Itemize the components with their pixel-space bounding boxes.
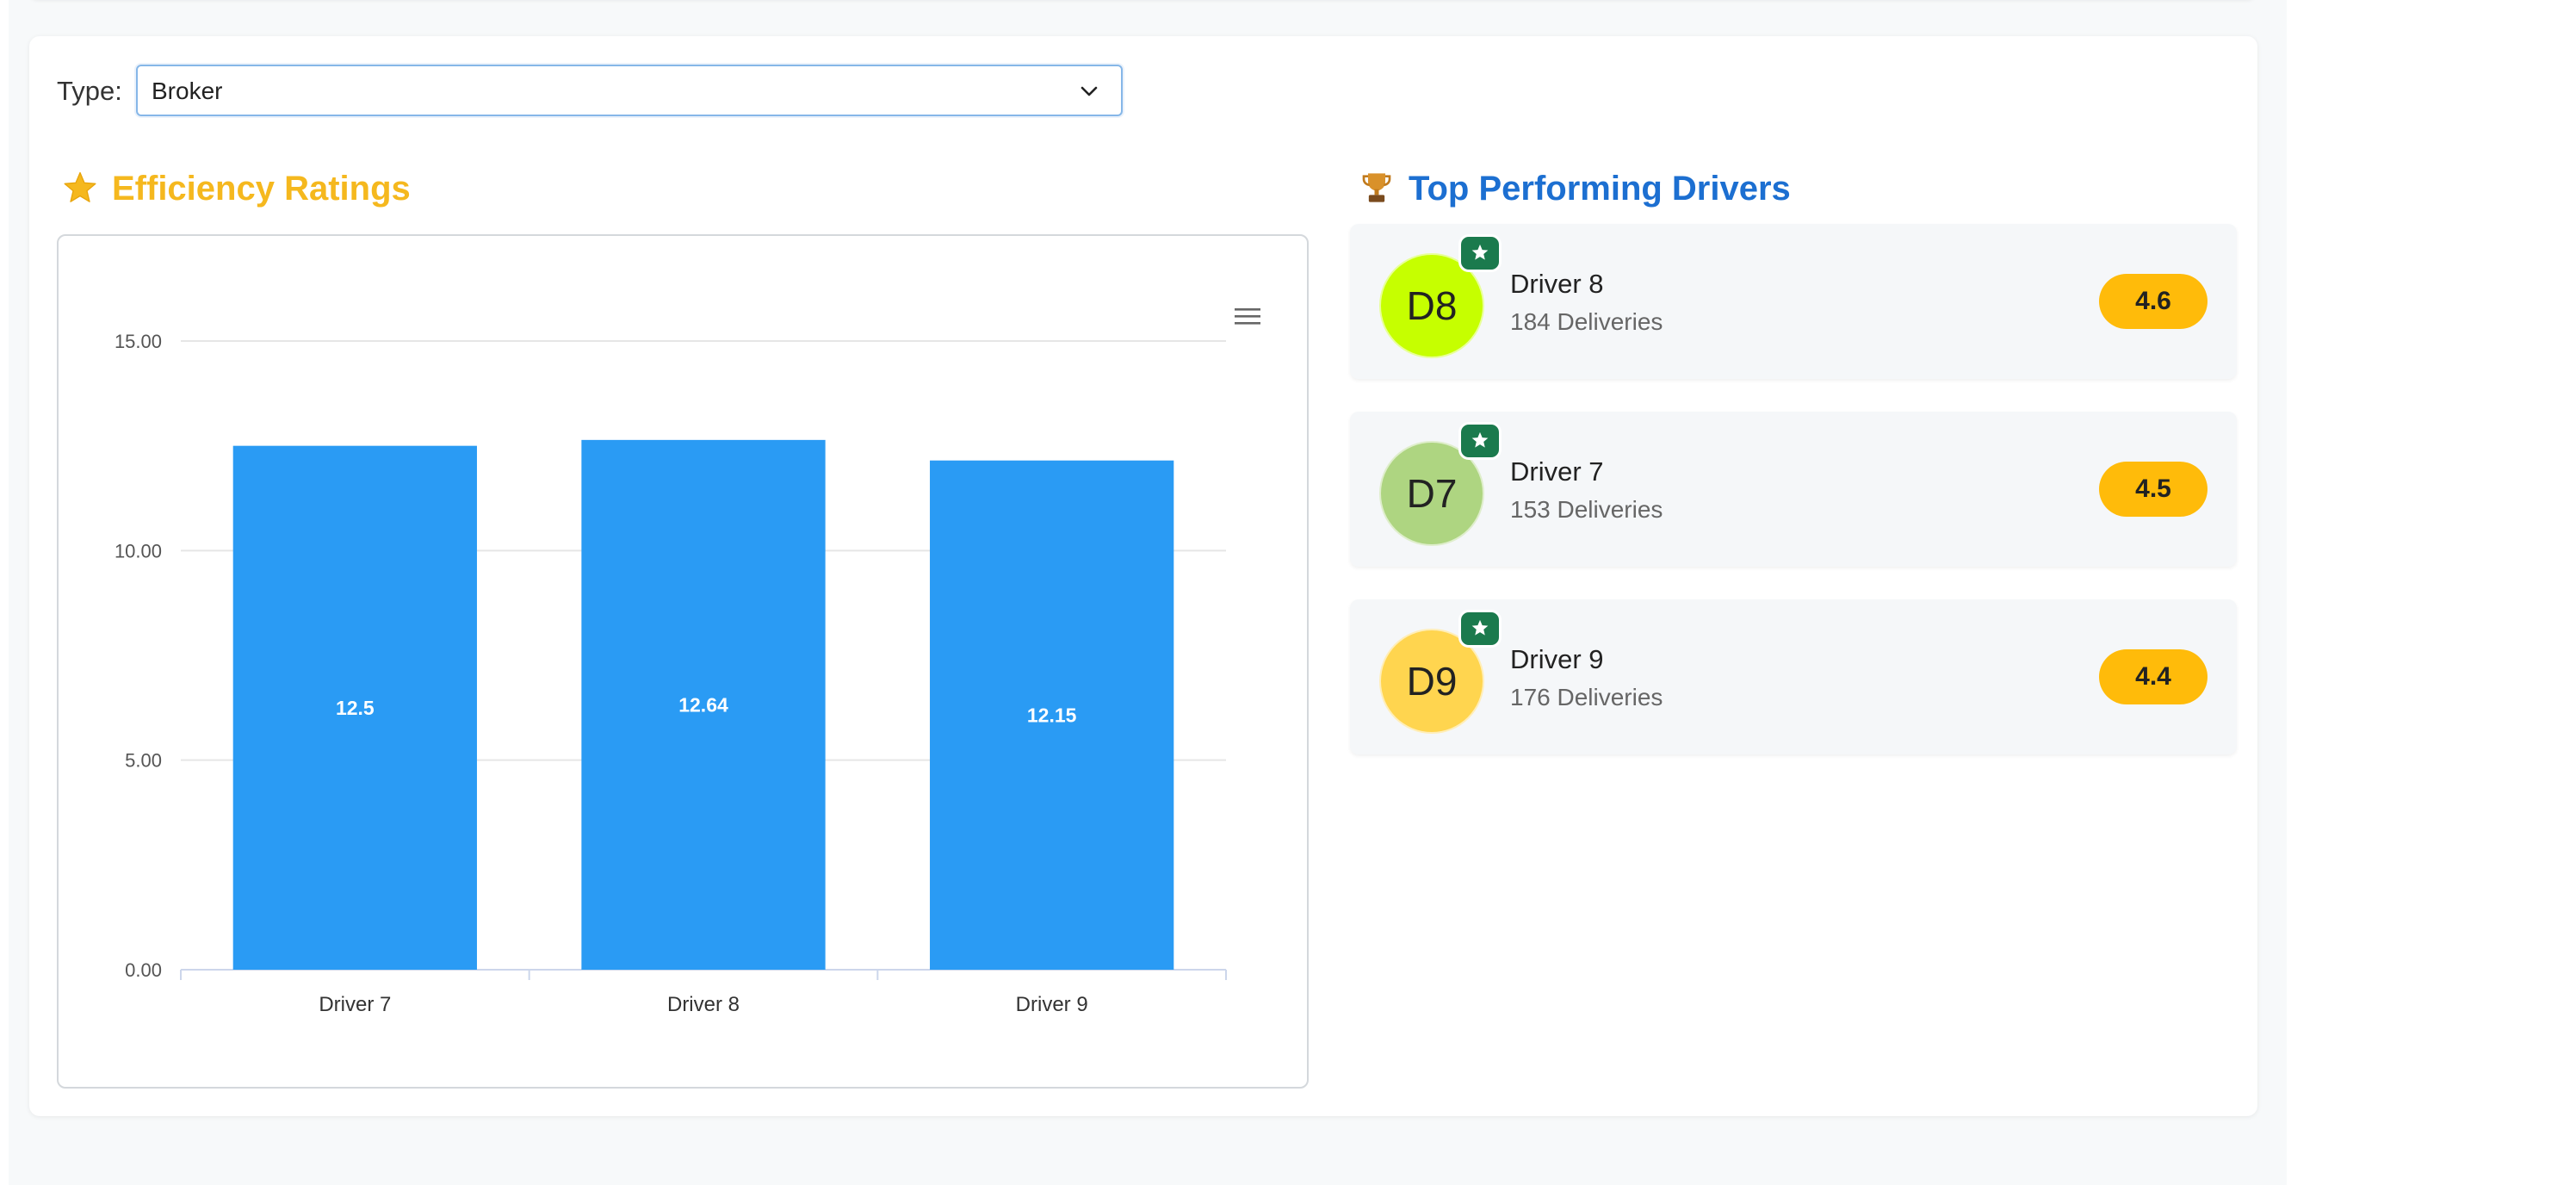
efficiency-bar-chart: 0.00 5.00 10.00 15.00 12.5 Driver 7 12.64 Drive…	[115, 331, 1227, 1016]
star-icon	[1471, 619, 1489, 636]
driver-deliveries: 184 Deliveries	[1510, 308, 1663, 335]
data-label: 12.64	[678, 693, 728, 716]
driver-deliveries: 176 Deliveries	[1510, 684, 1663, 710]
rating-badge: 4.5	[2099, 462, 2208, 517]
chart-menu-icon[interactable]	[1233, 303, 1262, 329]
star-icon	[1471, 244, 1489, 260]
rating-badge: 4.6	[2099, 274, 2208, 329]
y-tick-label: 10.00	[115, 540, 162, 561]
star-badge	[1458, 234, 1502, 272]
data-label: 12.5	[336, 697, 375, 719]
star-badge	[1458, 610, 1502, 648]
driver-deliveries: 153 Deliveries	[1510, 496, 1663, 523]
driver-card[interactable]: D7 Driver 7 153 Deliveries 4.5	[1350, 412, 2237, 567]
rating-badge: 4.4	[2099, 649, 2208, 704]
driver-card[interactable]: D8 Driver 8 184 Deliveries 4.6	[1350, 224, 2237, 379]
x-tick-label: Driver 8	[667, 993, 740, 1016]
x-tick-label: Driver 9	[1016, 993, 1088, 1016]
star-badge	[1458, 422, 1502, 460]
data-label: 12.15	[1027, 704, 1077, 726]
y-tick-label: 15.00	[115, 331, 162, 352]
driver-card[interactable]: D9 Driver 9 176 Deliveries 4.4	[1350, 599, 2237, 754]
driver-name: Driver 8	[1510, 269, 1604, 299]
driver-name: Driver 9	[1510, 644, 1604, 674]
y-tick-label: 0.00	[125, 959, 162, 981]
star-icon	[1471, 431, 1489, 448]
driver-name: Driver 7	[1510, 456, 1604, 487]
y-tick-label: 5.00	[125, 750, 162, 772]
x-tick-label: Driver 7	[319, 993, 391, 1016]
